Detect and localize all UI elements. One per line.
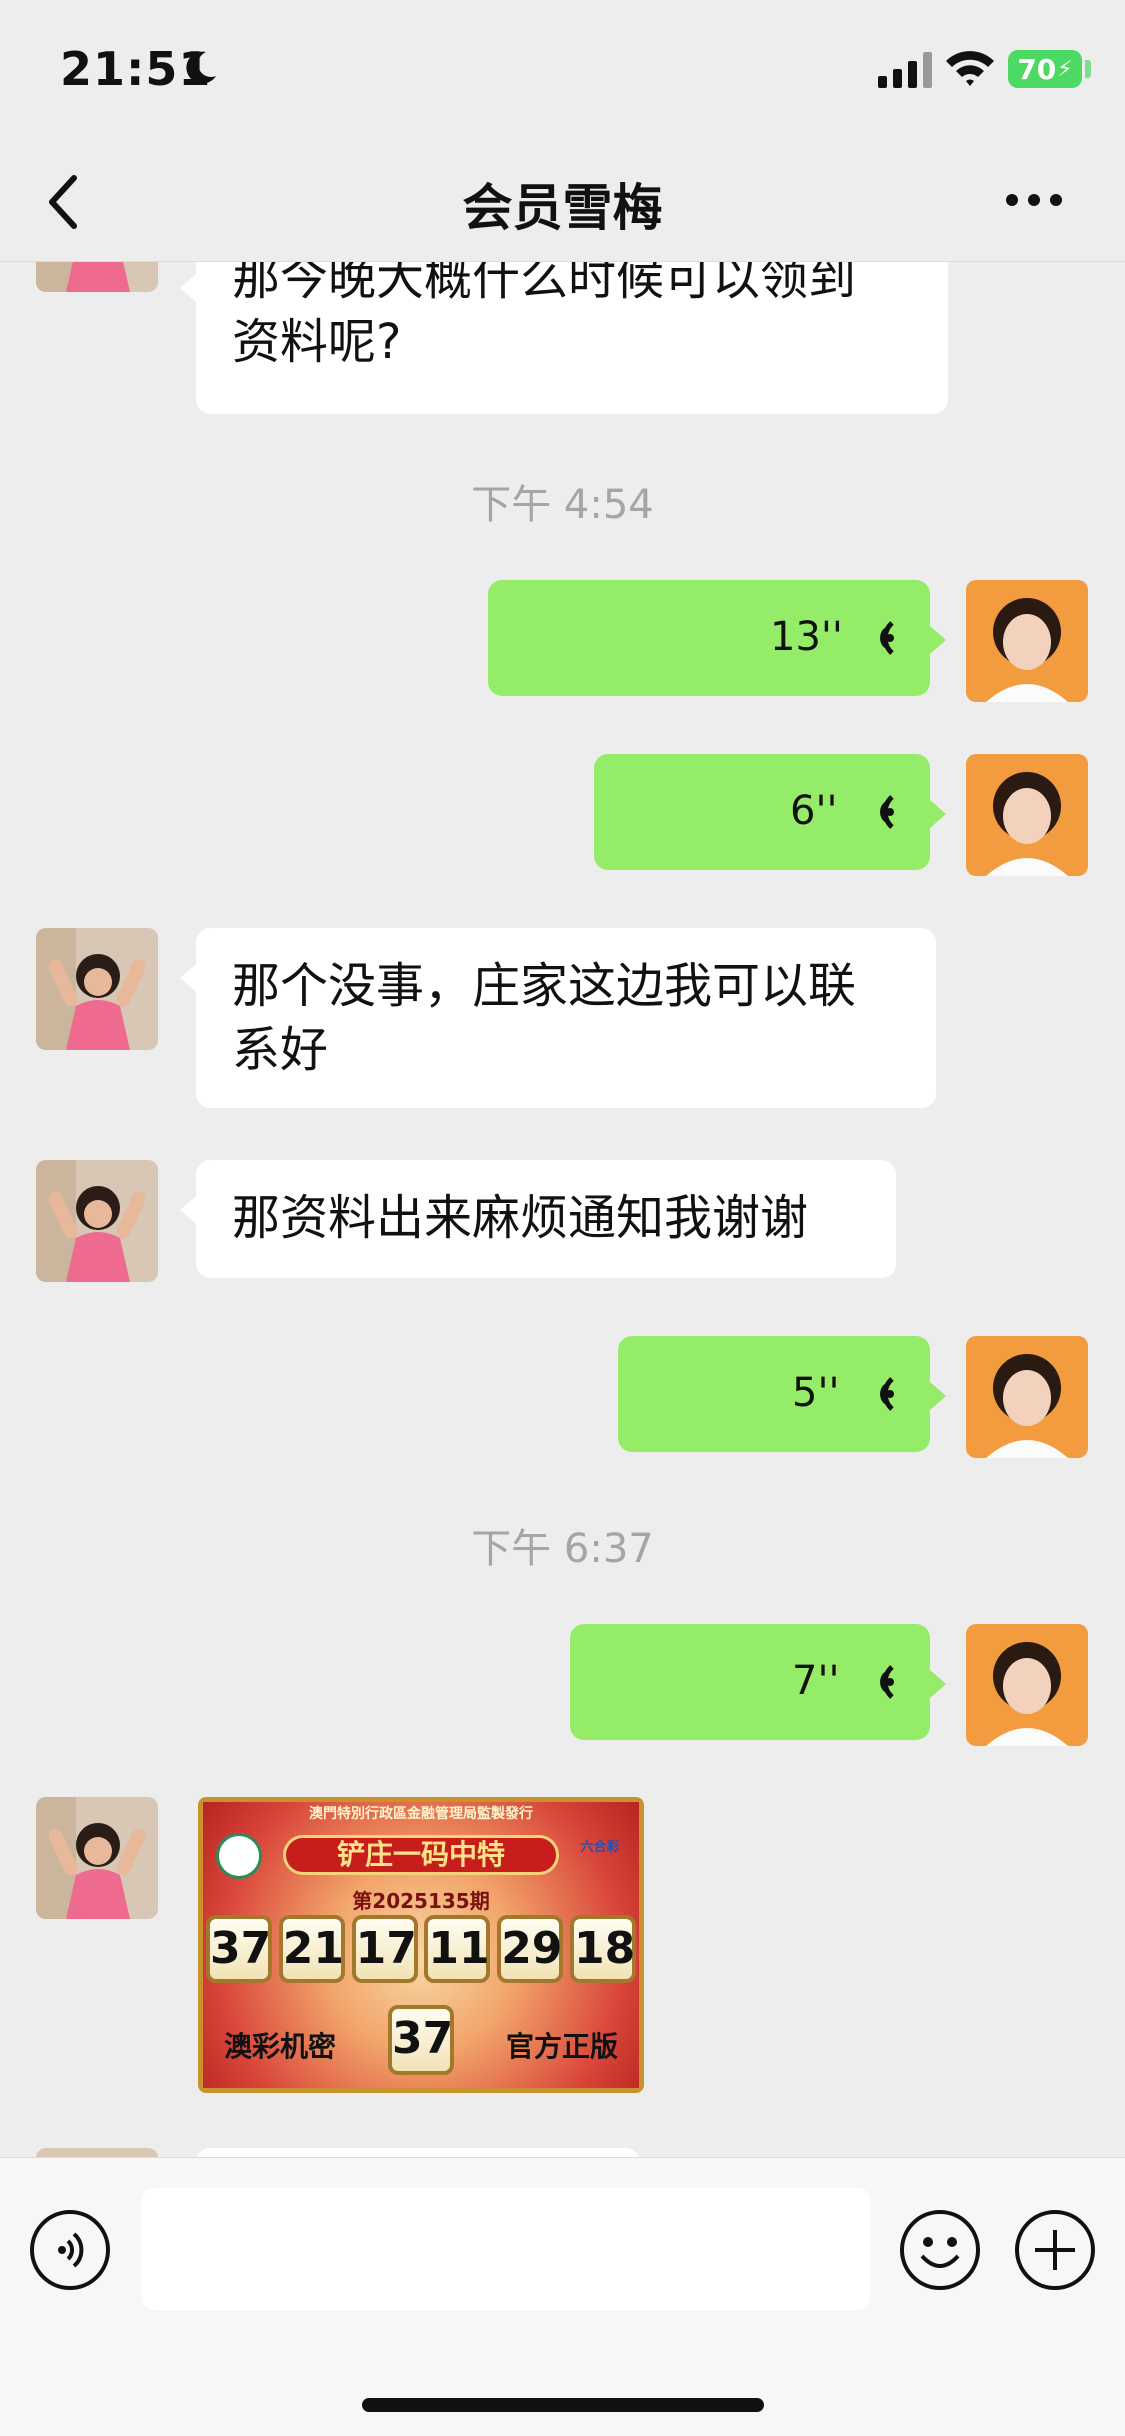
lottery-logo: 六合彩 xyxy=(580,1840,620,1855)
message-text-line: 系好 xyxy=(232,1022,329,1078)
input-bar xyxy=(0,2157,1125,2436)
add-icon[interactable] xyxy=(1013,2208,1097,2292)
home-indicator[interactable] xyxy=(362,2398,764,2412)
voice-duration: 13'' xyxy=(770,614,843,660)
issue-number: 第2025135期 xyxy=(352,1889,490,1913)
image-bottom-right-text: 官方正版 xyxy=(505,2030,618,2063)
lottery-number: 17 xyxy=(351,1915,418,1983)
special-number: 37 xyxy=(388,2005,454,2075)
wifi-icon xyxy=(946,51,994,86)
message-text: 那资料出来麻烦通知我谢谢 xyxy=(232,1190,809,1246)
more-options-icon[interactable] xyxy=(1004,188,1064,212)
voice-wave-icon xyxy=(880,1377,894,1411)
lottery-number: 11 xyxy=(424,1915,491,1983)
outgoing-voice-message[interactable]: 13'' xyxy=(488,580,946,696)
timestamp: 下午 4:54 xyxy=(471,482,654,528)
my-avatar[interactable] xyxy=(966,1624,1088,1746)
status-bar: 21:51 70 ⚡ xyxy=(0,0,1125,140)
battery-nub xyxy=(1085,60,1091,78)
message-text-line: 那今晚大概什么时候可以领到 xyxy=(232,262,857,306)
voice-wave-icon xyxy=(880,1665,894,1699)
my-avatar[interactable] xyxy=(966,1336,1088,1458)
lottery-number: 21 xyxy=(278,1915,345,1983)
contact-avatar[interactable] xyxy=(36,928,158,1050)
message-text-line: 资料呢? xyxy=(232,314,402,370)
contact-avatar[interactable] xyxy=(36,262,158,292)
contact-avatar[interactable] xyxy=(36,2148,158,2157)
image-bottom-left-text: 澳彩机密 xyxy=(224,2030,337,2063)
incoming-message-bubble[interactable]: 那今晚大概什么时候可以领到 资料呢? xyxy=(180,262,948,414)
voice-duration: 6'' xyxy=(790,788,838,834)
message-text-line: 那个没事，庄家这边我可以联 xyxy=(232,958,857,1014)
cellular-signal-icon xyxy=(878,52,932,88)
lottery-number: 37 xyxy=(206,1915,272,1983)
charging-bolt-icon: ⚡ xyxy=(1057,56,1073,82)
battery-level: 70 xyxy=(1017,52,1057,86)
emoji-icon[interactable] xyxy=(898,2208,982,2292)
voice-wave-icon xyxy=(880,621,894,655)
message-input[interactable] xyxy=(142,2188,870,2310)
voice-input-toggle-icon[interactable] xyxy=(28,2208,112,2292)
lottery-number: 29 xyxy=(497,1915,564,1983)
chat-messages[interactable]: 那今晚大概什么时候可以领到 资料呢? 下午 4:54 13'' 6'' 那个没事… xyxy=(0,262,1125,2157)
macau-emblem-icon xyxy=(216,1833,262,1879)
voice-duration: 5'' xyxy=(792,1370,840,1416)
incoming-message-bubble[interactable]: 那个没事，庄家这边我可以联 系好 xyxy=(180,928,936,1108)
image-message[interactable]: 澳門特別行政區金融管理局監製發行 铲庄一码中特 六合彩 第2025135期 37… xyxy=(198,1797,644,2093)
voice-duration: 7'' xyxy=(792,1658,840,1704)
my-avatar[interactable] xyxy=(966,754,1088,876)
image-banner: 铲庄一码中特 xyxy=(283,1835,559,1875)
battery-indicator: 70 ⚡ xyxy=(1008,50,1082,88)
moon-icon xyxy=(186,51,216,84)
contact-avatar[interactable] xyxy=(36,1160,158,1282)
lottery-numbers: 37 21 17 11 29 18 xyxy=(206,1915,636,1985)
nav-bar: 会员雪梅 xyxy=(0,140,1125,262)
contact-avatar[interactable] xyxy=(36,1797,158,1919)
lottery-number: 18 xyxy=(569,1915,636,1983)
outgoing-voice-message[interactable]: 6'' xyxy=(594,754,946,870)
incoming-message-bubble[interactable]: 那资料出来麻烦通知我谢谢 xyxy=(180,1160,896,1278)
image-top-text: 澳門特別行政區金融管理局監製發行 xyxy=(309,1806,533,1822)
chat-title: 会员雪梅 xyxy=(462,179,663,237)
my-avatar[interactable] xyxy=(966,580,1088,702)
outgoing-voice-message[interactable]: 7'' xyxy=(570,1624,946,1740)
incoming-message-bubble[interactable] xyxy=(196,2148,640,2157)
voice-wave-icon xyxy=(880,795,894,829)
timestamp: 下午 6:37 xyxy=(471,1526,654,1572)
outgoing-voice-message[interactable]: 5'' xyxy=(618,1336,946,1452)
